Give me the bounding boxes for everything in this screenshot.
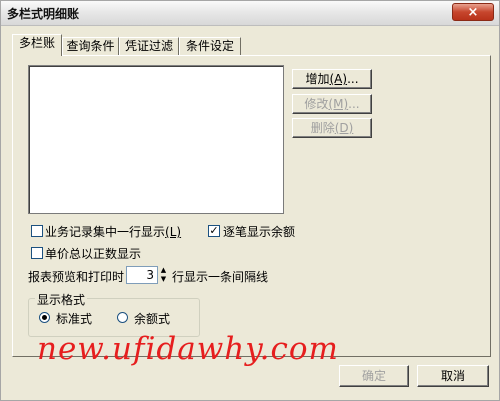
separator-suffix-label: 行显示一条间隔线: [172, 270, 269, 284]
balance-format-radio[interactable]: [117, 312, 128, 323]
close-icon[interactable]: ×: [452, 3, 494, 21]
display-format-title: 显示格式: [35, 291, 88, 308]
delete-button-mnemonic: (D): [334, 121, 354, 135]
single-line-text: 业务记录集中一行显示: [45, 225, 166, 239]
spin-up-icon[interactable]: ▲: [159, 266, 168, 275]
cancel-button[interactable]: 取消: [417, 365, 489, 387]
watermark-text: new.ufidawhy.com: [37, 331, 339, 367]
tab-multi-column[interactable]: 多栏账: [12, 34, 62, 56]
edit-button-label: 修改: [304, 97, 329, 111]
single-line-checkbox[interactable]: [31, 225, 43, 237]
window-title: 多栏式明细账: [7, 7, 80, 21]
edit-button-mnemonic: (M): [328, 97, 349, 111]
add-button[interactable]: 增加(A)...: [292, 69, 372, 89]
tab-condition-settings[interactable]: 条件设定: [179, 37, 241, 55]
edit-button-ellipsis: ...: [348, 97, 360, 111]
positive-price-checkbox[interactable]: [31, 247, 43, 259]
add-button-ellipsis: ...: [347, 72, 359, 86]
delete-button-label: 删除: [310, 121, 335, 135]
title-bar[interactable]: 多栏式明细账 ×: [1, 1, 499, 26]
add-button-mnemonic: (A): [329, 72, 348, 86]
check-icon: ✓: [209, 224, 219, 237]
multi-column-account-list[interactable]: [28, 65, 284, 214]
single-line-mnemonic: (L): [165, 225, 182, 239]
delete-button[interactable]: 删除(D): [292, 118, 372, 138]
radio-selected-dot: [42, 315, 47, 320]
ok-button[interactable]: 确定: [339, 365, 409, 387]
separator-lines-input[interactable]: 3: [126, 266, 158, 284]
spin-down-icon[interactable]: ▼: [159, 275, 168, 284]
show-balance-label[interactable]: 逐笔显示余额: [223, 223, 295, 240]
separator-prefix-label: 报表预览和打印时: [28, 270, 125, 284]
add-button-label: 增加: [305, 72, 330, 86]
show-balance-checkbox[interactable]: ✓: [208, 225, 220, 237]
standard-format-radio[interactable]: [39, 312, 50, 323]
balance-format-label[interactable]: 余额式: [134, 310, 170, 327]
tab-query-conditions[interactable]: 查询条件: [62, 37, 119, 55]
tab-voucher-filter[interactable]: 凭证过滤: [119, 37, 179, 55]
standard-format-label[interactable]: 标准式: [56, 310, 92, 327]
positive-price-label[interactable]: 单价总以正数显示: [45, 245, 141, 262]
single-line-label[interactable]: 业务记录集中一行显示(L): [45, 223, 181, 240]
dialog-window: 多栏式明细账 × 多栏账 查询条件 凭证过滤 条件设定 增加(A)... 修改(…: [0, 0, 500, 401]
edit-button[interactable]: 修改(M)...: [292, 94, 372, 114]
